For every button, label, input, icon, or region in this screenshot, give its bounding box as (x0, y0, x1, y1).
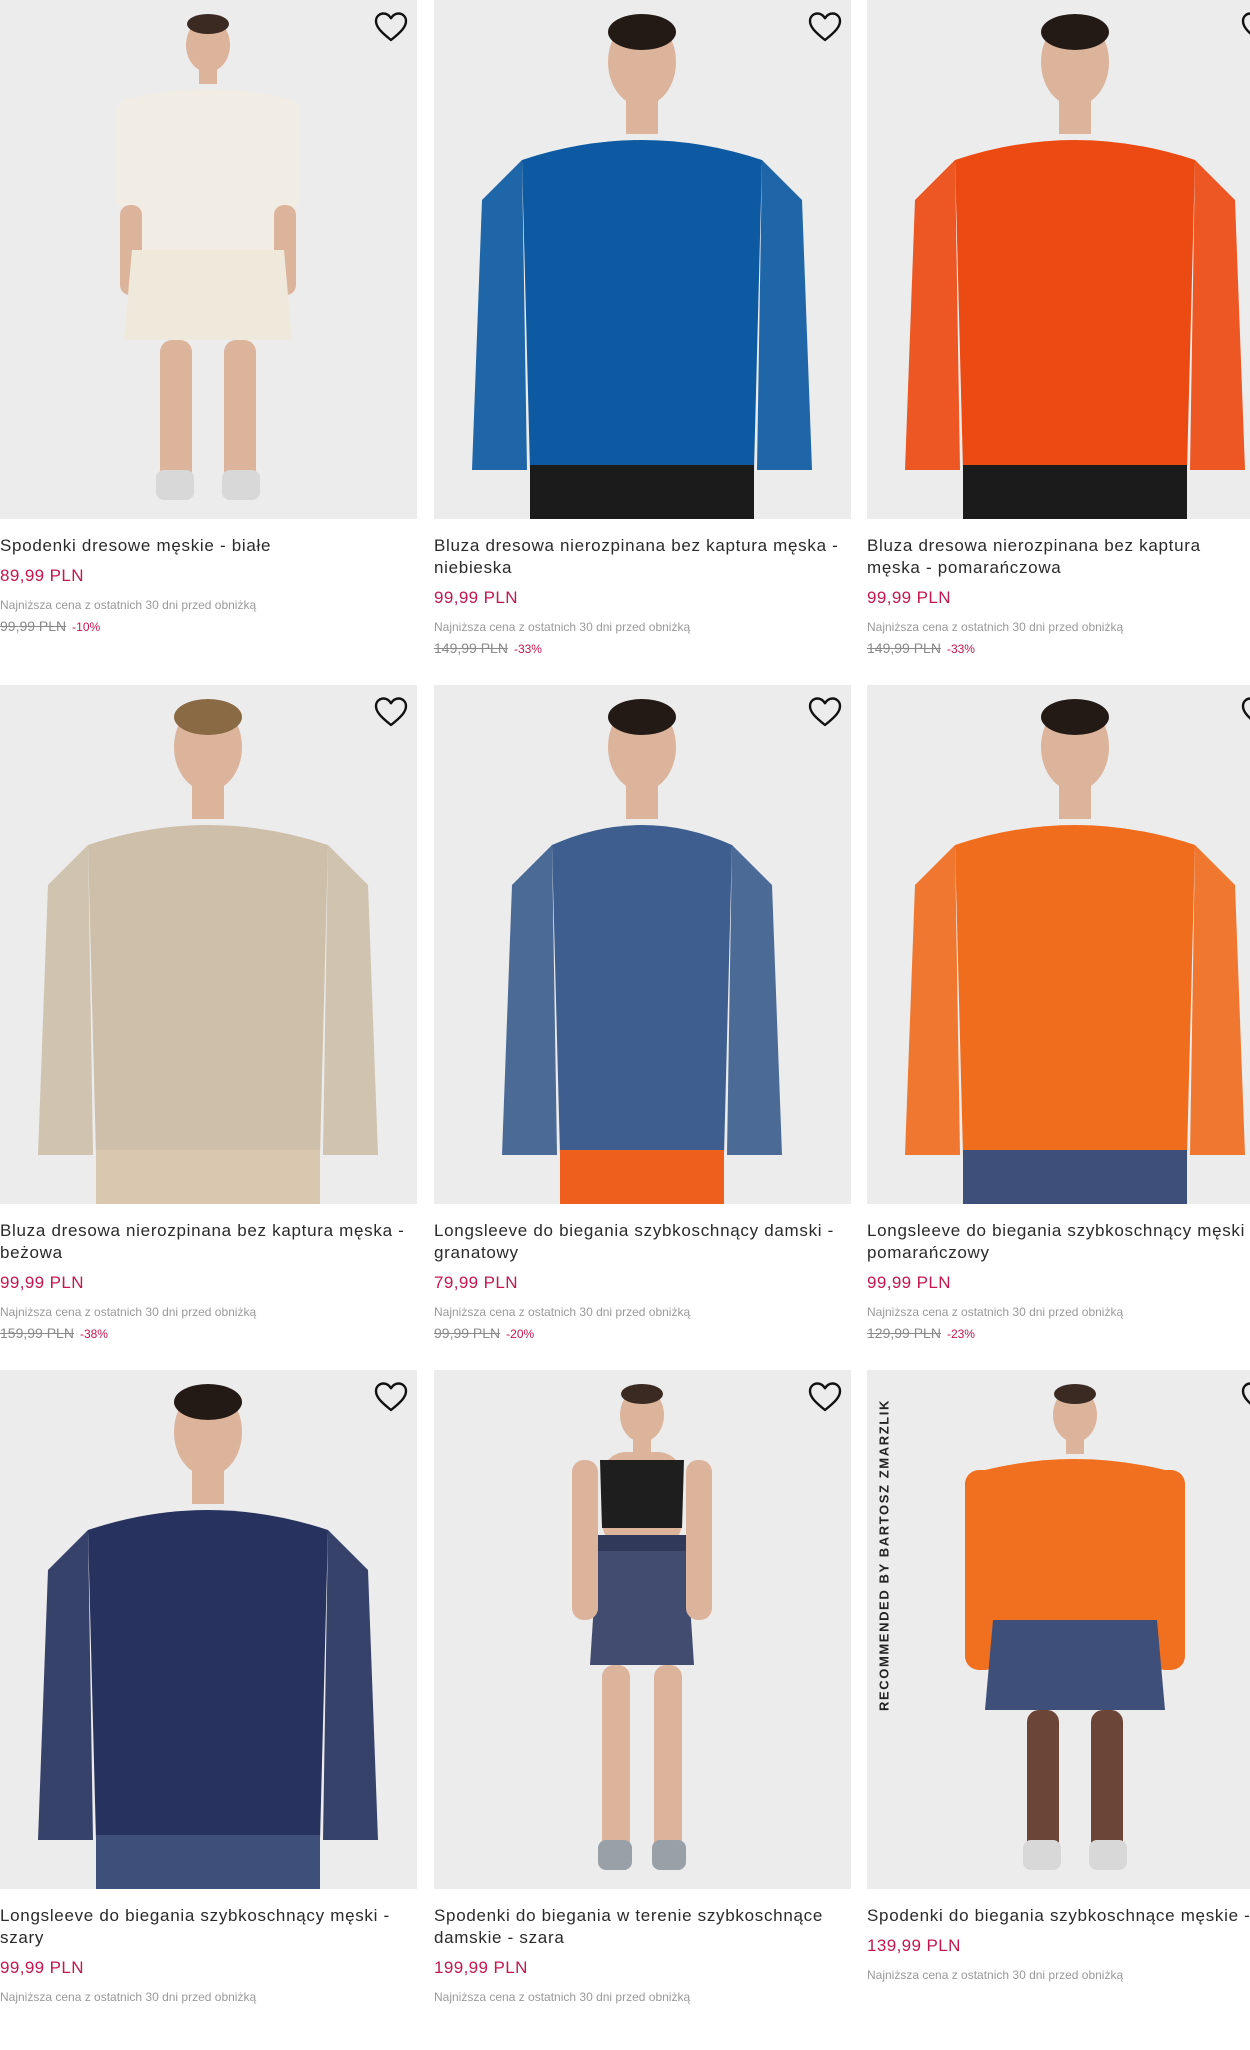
old-price-row: 149,99 PLN -33% (434, 639, 851, 658)
lowest-price-note: Najniższa cena z ostatnich 30 dni przed … (434, 620, 691, 634)
product-price: 139,99 PLN (867, 1936, 961, 1955)
model-figure (116, 14, 300, 500)
product-price: 99,99 PLN (0, 1958, 84, 1977)
model-figure (38, 699, 378, 1204)
model-figure (905, 14, 1245, 519)
wishlist-heart-icon[interactable] (1240, 695, 1250, 729)
discount-badge: -23% (946, 1327, 975, 1341)
lowest-price-note: Najniższa cena z ostatnich 30 dni przed … (867, 1305, 1124, 1319)
product-grid: Spodenki dresowe męskie - białe 89,99 PL… (0, 0, 1250, 2014)
discount-badge: -20% (506, 1327, 535, 1341)
old-price: 99,99 PLN (434, 1325, 501, 1341)
wishlist-heart-icon[interactable] (807, 1380, 843, 1414)
old-price: 159,99 PLN (0, 1325, 74, 1341)
product-card[interactable]: Bluza dresowa nierozpinana bez kaptura m… (434, 0, 851, 680)
model-figure (965, 1384, 1185, 1870)
wishlist-heart-icon[interactable] (373, 10, 409, 44)
discount-badge: -33% (513, 642, 542, 656)
product-name[interactable]: Bluza dresowa nierozpinana bez kaptura m… (0, 1220, 417, 1264)
model-figure (502, 699, 782, 1204)
old-price: 149,99 PLN (434, 640, 508, 656)
lowest-price-note: Najniższa cena z ostatnich 30 dni przed … (0, 1990, 257, 2004)
product-card[interactable]: Longsleeve do biegania szybkoschnący męs… (0, 1370, 417, 2050)
product-name[interactable]: Longsleeve do biegania szybkoschnący dam… (434, 1220, 851, 1264)
model-figure (472, 14, 812, 519)
product-price: 99,99 PLN (0, 1273, 84, 1292)
old-price-row: 149,99 PLN -33% (867, 639, 1250, 658)
product-name[interactable]: Bluza dresowa nierozpinana bez kaptura m… (867, 535, 1250, 579)
product-card[interactable]: Bluza dresowa nierozpinana bez kaptura m… (867, 0, 1250, 680)
wishlist-heart-icon[interactable] (807, 10, 843, 44)
recommended-label-text: RECOMMENDED BY BARTOSZ ZMARZLIK (876, 1398, 892, 1712)
old-price-row: 99,99 PLN -20% (434, 1324, 851, 1343)
product-name[interactable]: Longsleeve do biegania szybkoschnący męs… (0, 1905, 417, 1949)
product-card[interactable]: Spodenki do biegania w terenie szybkosch… (434, 1370, 851, 2050)
product-price: 99,99 PLN (867, 588, 951, 607)
product-image[interactable] (867, 0, 1250, 519)
discount-badge: -33% (946, 642, 975, 656)
product-card[interactable]: Bluza dresowa nierozpinana bez kaptura m… (0, 685, 417, 1365)
lowest-price-note: Najniższa cena z ostatnich 30 dni przed … (867, 620, 1124, 634)
product-name[interactable]: Bluza dresowa nierozpinana bez kaptura m… (434, 535, 851, 579)
wishlist-heart-icon[interactable] (807, 695, 843, 729)
product-price: 199,99 PLN (434, 1958, 528, 1977)
product-price: 79,99 PLN (434, 1273, 518, 1292)
wishlist-heart-icon[interactable] (373, 695, 409, 729)
product-name[interactable]: Spodenki dresowe męskie - białe (0, 535, 417, 557)
product-card[interactable]: Longsleeve do biegania szybkoschnący dam… (434, 685, 851, 1365)
old-price: 149,99 PLN (867, 640, 941, 656)
model-figure (905, 699, 1245, 1204)
product-name[interactable]: Longsleeve do biegania szybkoschnący męs… (867, 1220, 1250, 1264)
old-price: 129,99 PLN (867, 1325, 941, 1341)
model-figure (38, 1384, 378, 1889)
lowest-price-note: Najniższa cena z ostatnich 30 dni przed … (0, 1305, 257, 1319)
lowest-price-note: Najniższa cena z ostatnich 30 dni przed … (0, 598, 257, 612)
product-image[interactable] (0, 1370, 417, 1889)
product-name[interactable]: Spodenki do biegania w terenie szybkosch… (434, 1905, 851, 1949)
product-image[interactable] (434, 685, 851, 1204)
wishlist-heart-icon[interactable] (1240, 10, 1250, 44)
product-price: 99,99 PLN (867, 1273, 951, 1292)
product-image[interactable]: RECOMMENDED BY BARTOSZ ZMARZLIK (867, 1370, 1250, 1889)
wishlist-heart-icon[interactable] (1240, 1380, 1250, 1414)
recommended-vertical-label: RECOMMENDED BY BARTOSZ ZMARZLIK (875, 1380, 893, 1730)
lowest-price-note: Najniższa cena z ostatnich 30 dni przed … (867, 1968, 1124, 1982)
old-price-row: 159,99 PLN -38% (0, 1324, 417, 1343)
discount-badge: -38% (79, 1327, 108, 1341)
product-card[interactable]: RECOMMENDED BY BARTOSZ ZMARZLIK Spodenki… (867, 1370, 1250, 2050)
old-price-row: 129,99 PLN -23% (867, 1324, 1250, 1343)
lowest-price-note: Najniższa cena z ostatnich 30 dni przed … (434, 1305, 691, 1319)
model-figure (572, 1384, 712, 1870)
product-price: 89,99 PLN (0, 566, 84, 585)
discount-badge: -10% (72, 620, 101, 634)
product-image[interactable] (0, 685, 417, 1204)
product-image[interactable] (434, 0, 851, 519)
product-price: 99,99 PLN (434, 588, 518, 607)
product-card[interactable]: Spodenki dresowe męskie - białe 89,99 PL… (0, 0, 417, 680)
product-card[interactable]: Longsleeve do biegania szybkoschnący męs… (867, 685, 1250, 1365)
product-image[interactable] (434, 1370, 851, 1889)
old-price: 99,99 PLN (0, 618, 67, 634)
product-name[interactable]: Spodenki do biegania szybkoschnące męski… (867, 1905, 1250, 1927)
product-image[interactable] (867, 685, 1250, 1204)
lowest-price-note: Najniższa cena z ostatnich 30 dni przed … (434, 1990, 691, 2004)
product-image[interactable] (0, 0, 417, 519)
wishlist-heart-icon[interactable] (373, 1380, 409, 1414)
old-price-row: 99,99 PLN -10% (0, 617, 417, 636)
